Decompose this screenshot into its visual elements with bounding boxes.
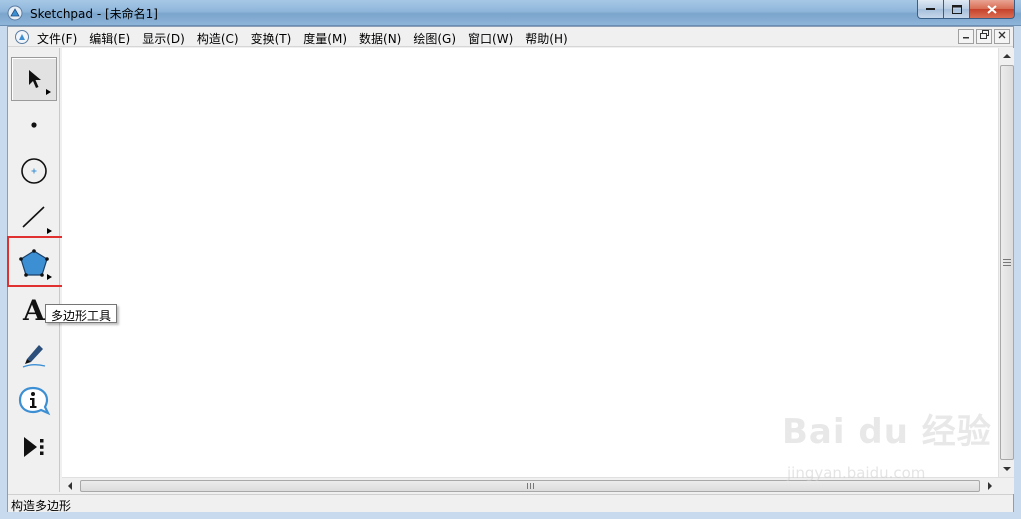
compass-icon bbox=[21, 158, 47, 184]
window-controls bbox=[917, 0, 1015, 20]
window-frame: 文件(F) 编辑(E) 显示(D) 构造(C) 变换(T) 度量(M) 数据(N… bbox=[0, 26, 1021, 519]
minimize-icon bbox=[963, 37, 969, 39]
client-area: 文件(F) 编辑(E) 显示(D) 构造(C) 变换(T) 度量(M) 数据(N… bbox=[7, 26, 1014, 513]
restore-icon bbox=[979, 30, 989, 39]
tool-custom[interactable] bbox=[11, 425, 57, 469]
tool-compass[interactable] bbox=[11, 149, 57, 193]
window-titlebar[interactable]: Sketchpad - [未命名1] bbox=[0, 0, 1021, 26]
arrow-right-icon bbox=[988, 482, 992, 490]
point-icon bbox=[31, 122, 37, 128]
tool-information[interactable] bbox=[11, 379, 57, 423]
menu-construct[interactable]: 构造(C) bbox=[197, 30, 239, 47]
menu-graph[interactable]: 绘图(G) bbox=[413, 30, 456, 47]
scroll-down-button[interactable] bbox=[999, 461, 1015, 477]
marker-icon bbox=[22, 345, 46, 368]
arrow-select-icon bbox=[29, 70, 41, 88]
doc-close-button[interactable] bbox=[994, 29, 1010, 44]
menu-transform[interactable]: 变换(T) bbox=[251, 30, 292, 47]
vertical-scroll-thumb[interactable] bbox=[1000, 65, 1014, 460]
minimize-icon bbox=[925, 8, 935, 10]
menu-display[interactable]: 显示(D) bbox=[142, 30, 185, 47]
polygon-tool-tooltip: 多边形工具 bbox=[45, 304, 118, 323]
maximize-button[interactable] bbox=[944, 0, 970, 19]
svg-text:A: A bbox=[22, 294, 46, 324]
menu-items: 文件(F) 编辑(E) 显示(D) 构造(C) 变换(T) 度量(M) 数据(N… bbox=[37, 30, 580, 47]
menu-file[interactable]: 文件(F) bbox=[37, 30, 77, 47]
status-bar: 构造多边形 bbox=[8, 494, 1013, 513]
scroll-up-button[interactable] bbox=[999, 48, 1015, 64]
doc-restore-button[interactable] bbox=[976, 29, 992, 44]
close-icon bbox=[987, 4, 997, 14]
menu-bar: 文件(F) 编辑(E) 显示(D) 构造(C) 变换(T) 度量(M) 数据(N… bbox=[8, 27, 1013, 47]
submenu-arrow-icon bbox=[46, 89, 51, 95]
submenu-arrow-icon bbox=[47, 228, 52, 234]
scroll-right-button[interactable] bbox=[982, 478, 998, 494]
grip-icon bbox=[1003, 259, 1011, 266]
menu-data[interactable]: 数据(N) bbox=[359, 30, 401, 47]
straightedge-icon bbox=[22, 206, 45, 228]
scroll-left-button[interactable] bbox=[62, 478, 78, 494]
window-title: Sketchpad - [未命名1] bbox=[30, 7, 158, 21]
tool-point[interactable] bbox=[11, 103, 57, 147]
close-button[interactable] bbox=[970, 0, 1015, 19]
minimize-button[interactable] bbox=[917, 0, 944, 19]
arrow-left-icon bbox=[68, 482, 72, 490]
info-icon bbox=[18, 386, 51, 416]
menu-window[interactable]: 窗口(W) bbox=[468, 30, 513, 47]
tool-straightedge[interactable] bbox=[11, 195, 57, 239]
menu-help[interactable]: 帮助(H) bbox=[525, 30, 567, 47]
horizontal-scrollbar[interactable] bbox=[62, 477, 1014, 494]
document-icon[interactable] bbox=[14, 29, 30, 45]
document-controls bbox=[958, 29, 1010, 44]
doc-minimize-button[interactable] bbox=[958, 29, 974, 44]
horizontal-scroll-thumb[interactable] bbox=[80, 480, 980, 492]
polygon-tool-highlight bbox=[7, 236, 68, 287]
tool-marker[interactable] bbox=[11, 333, 57, 377]
close-icon bbox=[998, 31, 1006, 39]
status-text: 构造多边形 bbox=[11, 499, 72, 513]
grip-icon bbox=[527, 483, 534, 489]
maximize-icon bbox=[951, 4, 962, 14]
arrow-down-icon bbox=[1003, 467, 1011, 471]
toolbox: A bbox=[7, 48, 68, 492]
custom-tool-icon bbox=[24, 437, 44, 457]
menu-edit[interactable]: 编辑(E) bbox=[89, 30, 130, 47]
sketch-canvas[interactable] bbox=[62, 48, 998, 477]
vertical-scrollbar[interactable] bbox=[998, 48, 1014, 477]
tool-select[interactable] bbox=[11, 57, 57, 101]
sketchpad-app-icon[interactable] bbox=[7, 5, 23, 21]
arrow-up-icon bbox=[1003, 54, 1011, 58]
menu-measure[interactable]: 度量(M) bbox=[303, 30, 347, 47]
